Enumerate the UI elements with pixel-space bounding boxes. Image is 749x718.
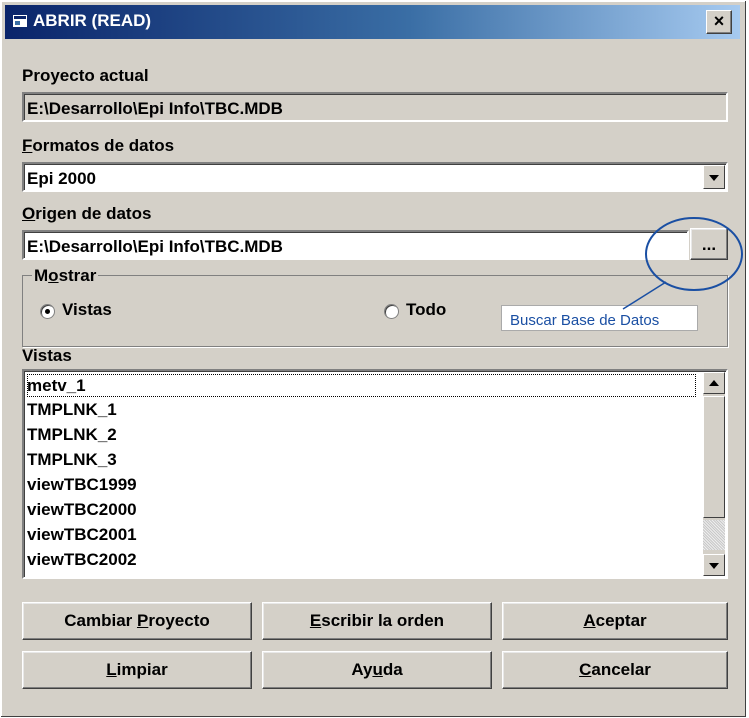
origen-label: Origen de datos — [22, 204, 151, 224]
scroll-track[interactable] — [703, 520, 725, 550]
cambiar-label-pre: Cambiar — [64, 611, 137, 630]
formatos-label: Formatos de datos — [22, 136, 174, 156]
formatos-label-key: F — [22, 136, 33, 155]
list-item[interactable]: metv_1 — [27, 374, 696, 397]
window-title: ABRIR (READ) — [33, 11, 152, 30]
ayuda-label-key: u — [372, 660, 383, 679]
radio-vistas-label[interactable]: Vistas — [62, 300, 112, 320]
escribir-orden-button[interactable]: Escribir la orden — [262, 602, 492, 640]
radio-selected-dot — [45, 309, 50, 314]
chevron-down-icon — [709, 175, 719, 181]
scroll-down-icon — [709, 563, 719, 569]
close-icon: × — [713, 11, 725, 31]
cambiar-proyecto-button[interactable]: Cambiar Proyecto — [22, 602, 252, 640]
window-icon — [13, 15, 27, 27]
tooltip-buscar: Buscar Base de Datos — [501, 305, 698, 331]
scroll-up-icon — [709, 380, 719, 386]
list-item[interactable]: TMPLNK_2 — [27, 423, 117, 446]
escribir-label-rest: scribir la orden — [321, 611, 445, 630]
origen-value: E:\Desarrollo\Epi Info\TBC.MDB — [27, 237, 283, 256]
origen-label-key: O — [22, 204, 36, 223]
cambiar-label-key: P — [136, 611, 149, 630]
title-bar[interactable]: ABRIR (READ) × — [5, 5, 740, 39]
mostrar-title-key: o — [48, 266, 59, 285]
radio-vistas[interactable] — [40, 304, 55, 319]
browse-label: ... — [701, 235, 717, 254]
list-item[interactable]: TMPLNK_1 — [27, 398, 117, 421]
vertical-scrollbar[interactable] — [703, 372, 725, 576]
cancelar-label-key: C — [579, 660, 592, 679]
proyecto-value: E:\Desarrollo\Epi Info\TBC.MDB — [27, 99, 283, 118]
mostrar-title-pre: M — [34, 266, 49, 285]
list-item[interactable]: TMPLNK_3 — [27, 448, 117, 471]
close-button[interactable]: × — [706, 10, 732, 34]
limpiar-button[interactable]: Limpiar — [22, 651, 252, 689]
origen-label-rest: rigen de datos — [35, 204, 152, 223]
aceptar-label-rest: ceptar — [595, 611, 647, 630]
list-item[interactable]: viewTBC2000 — [27, 498, 137, 521]
scroll-down-button[interactable] — [703, 554, 725, 576]
radio-todo[interactable] — [384, 304, 399, 319]
formatos-dropdown-button[interactable] — [703, 165, 725, 189]
mostrar-title-rest: strar — [58, 266, 97, 285]
ayuda-label-rest: da — [382, 660, 403, 679]
cancelar-label-rest: ancelar — [591, 660, 651, 679]
list-item[interactable]: viewTBC2002 — [27, 548, 137, 571]
vistas-listbox[interactable]: metv_1 TMPLNK_1 TMPLNK_2 TMPLNK_3 viewTB… — [22, 369, 728, 579]
aceptar-label-key: A — [583, 611, 596, 630]
proyecto-label: Proyecto actual — [22, 66, 149, 85]
escribir-label-key: E — [309, 611, 322, 630]
limpiar-label-rest: impiar — [116, 660, 168, 679]
ayuda-button[interactable]: Ayuda — [262, 651, 492, 689]
scroll-up-button[interactable] — [703, 372, 725, 394]
proyecto-field: E:\Desarrollo\Epi Info\TBC.MDB — [22, 92, 728, 122]
cambiar-label-rest: royecto — [148, 611, 210, 630]
formatos-select[interactable]: Epi 2000 — [22, 162, 728, 192]
radio-todo-label[interactable]: Todo — [406, 300, 446, 320]
formatos-value: Epi 2000 — [27, 169, 96, 188]
origen-input[interactable]: E:\Desarrollo\Epi Info\TBC.MDB — [22, 230, 689, 260]
aceptar-button[interactable]: Aceptar — [502, 602, 728, 640]
scroll-thumb[interactable] — [703, 396, 725, 518]
list-item[interactable]: viewTBC1999 — [27, 473, 137, 496]
limpiar-label-key: L — [106, 660, 117, 679]
mostrar-title: Mostrar — [32, 266, 99, 286]
formatos-label-rest: ormatos de datos — [32, 136, 175, 155]
list-item[interactable]: viewTBC2001 — [27, 523, 137, 546]
vistas-label: Vistas — [22, 346, 72, 365]
cancelar-button[interactable]: Cancelar — [502, 651, 728, 689]
ayuda-label-pre: Ay — [351, 660, 373, 679]
browse-button[interactable]: ... — [690, 228, 728, 260]
